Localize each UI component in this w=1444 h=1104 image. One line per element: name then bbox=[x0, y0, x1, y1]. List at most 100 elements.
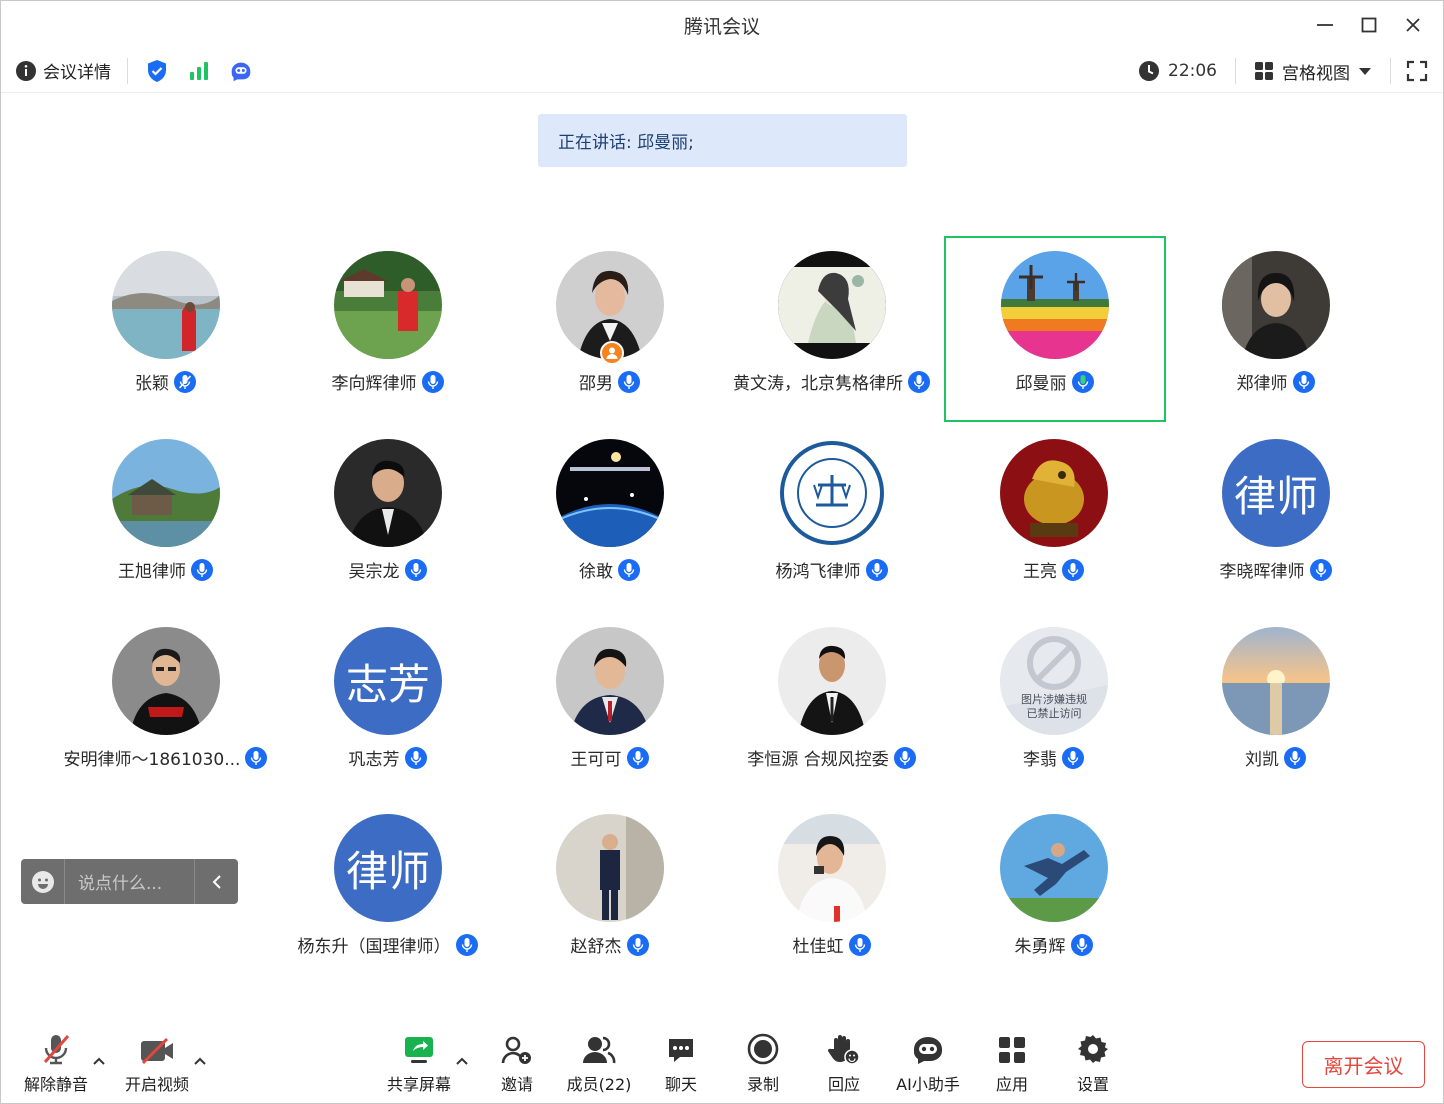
mic-muted-icon bbox=[893, 746, 916, 769]
video-off-icon bbox=[141, 1037, 173, 1065]
settings-label: 设置 bbox=[1076, 1075, 1109, 1094]
meeting-control-bar: 解除静音 开启视频 共享屏幕 邀请 成员(22) 聊天 录制 回应 AI小助手 … bbox=[1, 1027, 1443, 1103]
ai-assistant-icon bbox=[913, 1037, 942, 1064]
grid-view-dropdown[interactable]: 宫格视图 bbox=[1236, 58, 1391, 84]
participant-tile[interactable]: 郑律师 bbox=[1165, 238, 1387, 424]
emoji-button[interactable] bbox=[21, 859, 65, 904]
avatar bbox=[556, 814, 664, 922]
apps-button[interactable]: 应用 bbox=[988, 1027, 1036, 1103]
participant-name: 李恒源 合规风控委 bbox=[747, 750, 889, 770]
participant-name: 杜佳虹 bbox=[792, 937, 844, 957]
mic-muted-icon bbox=[848, 933, 871, 956]
quick-chat-box: 说点什么... bbox=[21, 859, 238, 904]
fullscreen-icon bbox=[1406, 60, 1428, 82]
avatar-initials: 志芳 bbox=[334, 627, 442, 735]
participant-tile[interactable]: 徐敢 bbox=[499, 426, 721, 612]
security-shield-button[interactable] bbox=[144, 58, 170, 84]
collapse-chat-button[interactable] bbox=[194, 859, 238, 904]
fullscreen-button[interactable] bbox=[1391, 49, 1443, 93]
members-button[interactable]: 成员(22) bbox=[563, 1027, 635, 1103]
participant-name: 王亮 bbox=[1023, 562, 1057, 582]
share-options-caret-icon[interactable] bbox=[454, 1053, 470, 1069]
participant-tile[interactable]: 王可可 bbox=[499, 614, 721, 800]
avatar bbox=[778, 439, 886, 547]
apps-grid-icon bbox=[999, 1037, 1025, 1063]
active-speaker-text: 正在讲话: 邱曼丽; bbox=[558, 133, 694, 153]
participant-tile-active-speaker[interactable]: 邱曼丽 bbox=[944, 236, 1166, 422]
participant-tile[interactable]: 赵舒杰 bbox=[499, 801, 721, 987]
participant-tile[interactable]: 图片涉嫌违规 已禁止访问 李翡 bbox=[943, 614, 1165, 800]
participant-name: 王可可 bbox=[570, 750, 622, 770]
participant-tile[interactable]: 王亮 bbox=[943, 426, 1165, 612]
participant-tile[interactable]: 王旭律师 bbox=[55, 426, 277, 612]
window-title: 腾讯会议 bbox=[683, 15, 760, 38]
invite-person-icon bbox=[501, 1036, 531, 1064]
participant-tile[interactable]: 刘凯 bbox=[1165, 614, 1387, 800]
participant-tile[interactable]: 黄文涛，北京隽格律所 bbox=[721, 238, 943, 424]
record-button[interactable]: 录制 bbox=[739, 1027, 787, 1103]
avatar: 律师 bbox=[334, 814, 442, 922]
close-icon bbox=[1406, 18, 1420, 32]
participant-tile[interactable]: 志芳 巩志芳 bbox=[277, 614, 499, 800]
record-label: 录制 bbox=[746, 1075, 779, 1094]
participant-tile[interactable]: 律师 李晓晖律师 bbox=[1165, 426, 1387, 612]
avatar bbox=[778, 251, 886, 359]
start-video-button[interactable]: 开启视频 bbox=[121, 1027, 193, 1103]
participant-tile[interactable]: 杨鸿飞律师 bbox=[721, 426, 943, 612]
network-signal-button[interactable] bbox=[186, 58, 212, 84]
start-video-label: 开启视频 bbox=[124, 1075, 189, 1094]
participant-tile[interactable]: 李向辉律师 bbox=[277, 238, 499, 424]
minimize-icon bbox=[1317, 24, 1333, 26]
chat-button[interactable]: 聊天 bbox=[657, 1027, 705, 1103]
window-controls bbox=[1303, 1, 1435, 49]
leave-meeting-button[interactable]: 离开会议 bbox=[1302, 1041, 1425, 1088]
members-label: 成员(22) bbox=[566, 1075, 632, 1094]
share-screen-button[interactable]: 共享屏幕 bbox=[383, 1027, 455, 1103]
caret-down-icon bbox=[1359, 68, 1371, 75]
clock-icon bbox=[1139, 61, 1159, 81]
maximize-icon bbox=[1361, 17, 1377, 33]
invite-label: 邀请 bbox=[500, 1075, 533, 1094]
members-icon bbox=[583, 1036, 616, 1064]
participant-tile[interactable]: 邵男 bbox=[499, 238, 721, 424]
participant-tile[interactable]: 吴宗龙 bbox=[277, 426, 499, 612]
ai-assistant-button[interactable]: AI小助手 bbox=[891, 1027, 965, 1103]
avatar bbox=[1001, 251, 1109, 359]
shield-check-icon bbox=[148, 59, 166, 82]
participant-tile[interactable]: 张颖 bbox=[55, 238, 277, 424]
participant-grid: 张颖 李向辉律师 邵男 黄文涛，北京隽格律所 邱曼丽 郑律师 王旭律师 吴宗龙 … bbox=[55, 236, 1387, 988]
avatar bbox=[112, 251, 220, 359]
meeting-clock: 22:06 bbox=[1138, 58, 1236, 84]
minimize-button[interactable] bbox=[1303, 1, 1347, 49]
avatar bbox=[556, 251, 664, 365]
video-options-caret-icon[interactable] bbox=[192, 1053, 208, 1069]
participant-tile[interactable]: 律师 杨东升（国理律师） bbox=[277, 801, 499, 987]
avatar bbox=[1000, 814, 1108, 922]
participant-tile[interactable]: 杜佳虹 bbox=[721, 801, 943, 987]
invite-button[interactable]: 邀请 bbox=[493, 1027, 541, 1103]
meeting-info-button[interactable]: 会议详情 bbox=[15, 57, 128, 84]
settings-button[interactable]: 设置 bbox=[1069, 1027, 1117, 1103]
maximize-button[interactable] bbox=[1347, 1, 1391, 49]
participant-tile[interactable]: 李恒源 合规风控委 bbox=[721, 614, 943, 800]
participant-tile[interactable]: 安明律师～1861030... bbox=[55, 614, 277, 800]
chat-input[interactable]: 说点什么... bbox=[65, 869, 194, 894]
avatar: 志芳 bbox=[334, 627, 442, 735]
unmute-button[interactable]: 解除静音 bbox=[21, 1027, 91, 1103]
ai-assistant-toolbar-button[interactable] bbox=[228, 58, 254, 84]
audio-options-caret-icon[interactable] bbox=[91, 1053, 107, 1069]
participant-tile[interactable]: 朱勇辉 bbox=[943, 801, 1165, 987]
blocked-image-notice: 图片涉嫌违规 已禁止访问 bbox=[1021, 693, 1087, 720]
host-badge bbox=[600, 341, 624, 365]
mic-muted-icon bbox=[1062, 558, 1084, 581]
mic-muted-icon bbox=[1070, 933, 1093, 956]
share-screen-icon bbox=[405, 1037, 433, 1063]
close-button[interactable] bbox=[1391, 1, 1435, 49]
mic-muted-icon bbox=[455, 933, 478, 956]
info-icon bbox=[16, 60, 36, 81]
mic-muted-icon bbox=[1309, 558, 1332, 581]
avatar bbox=[334, 439, 442, 547]
mic-muted-icon bbox=[404, 558, 427, 581]
avatar bbox=[778, 814, 886, 922]
react-button[interactable]: 回应 bbox=[820, 1027, 868, 1103]
